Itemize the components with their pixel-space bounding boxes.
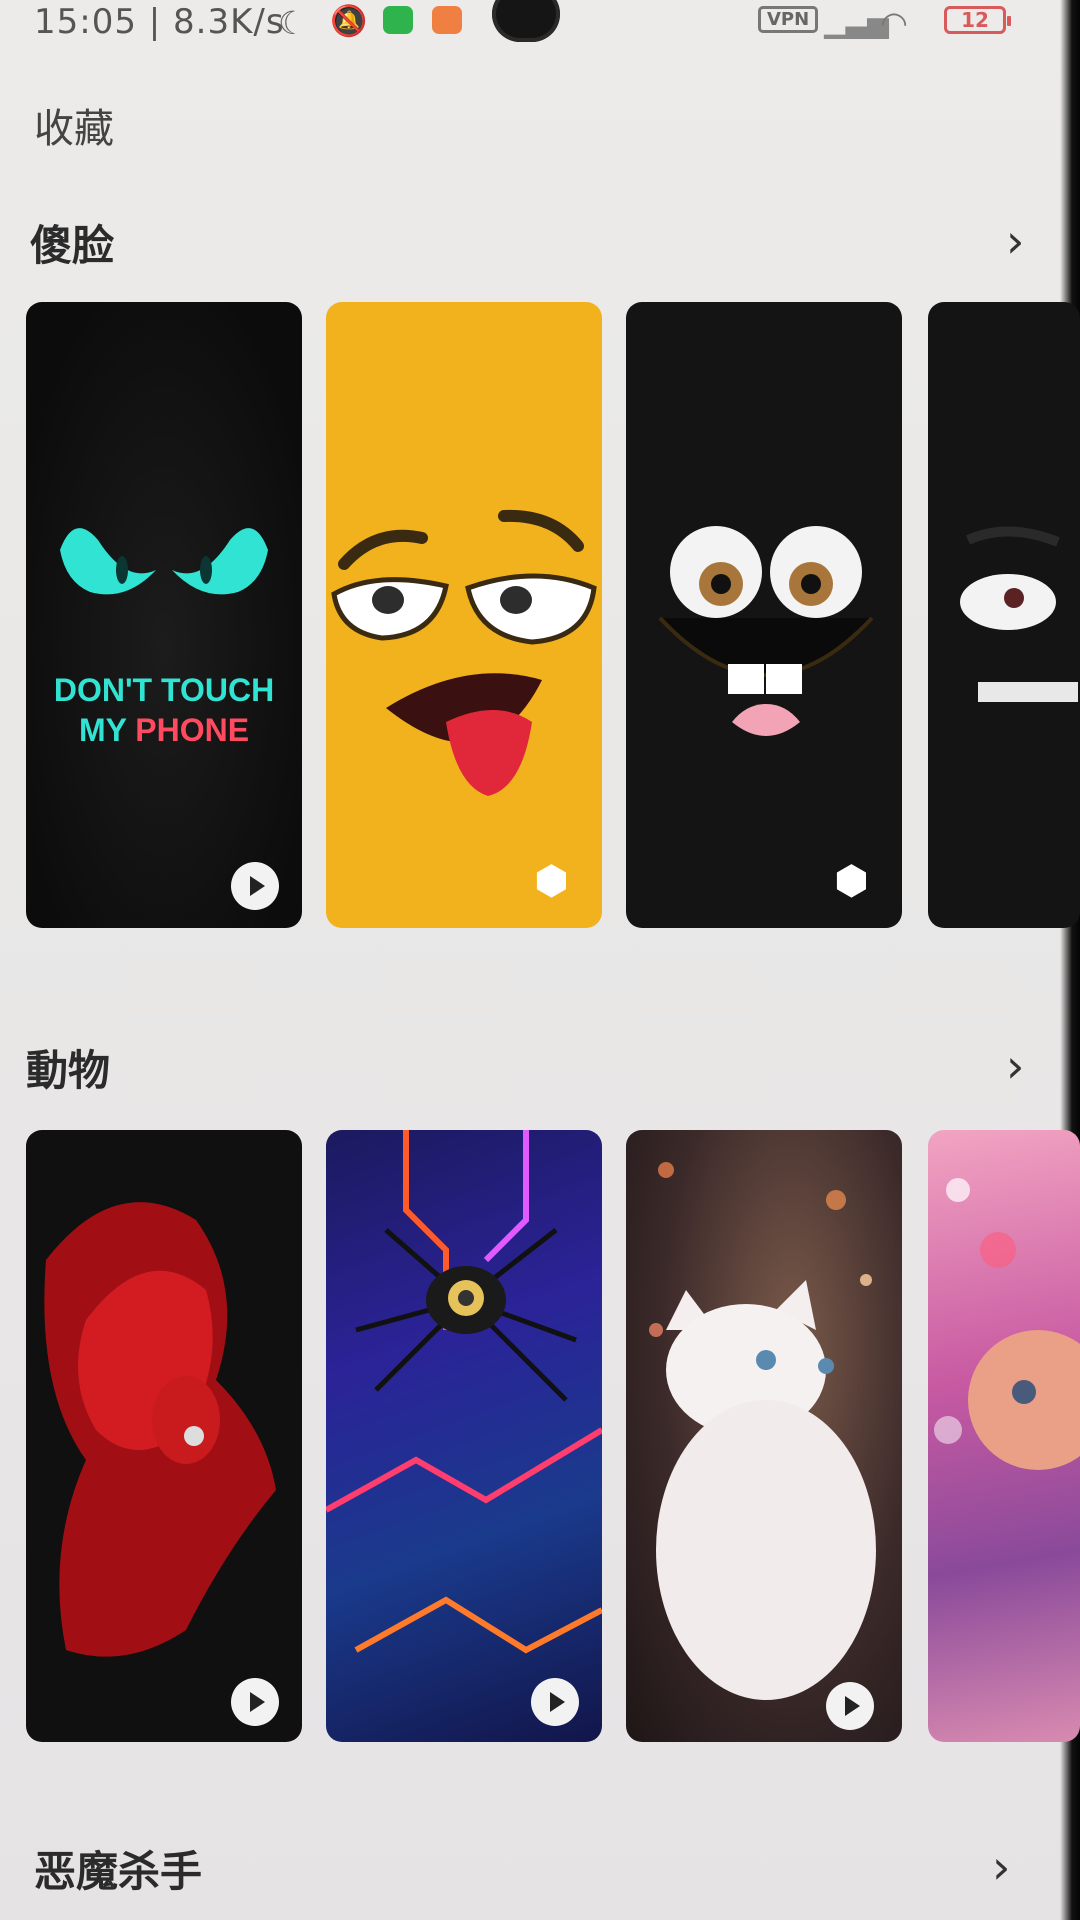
section-header-silly-faces[interactable]: 傻脸 › bbox=[0, 212, 1060, 272]
white-kitten-image bbox=[649, 1162, 876, 1700]
wifi-icon: ◠ bbox=[880, 4, 908, 42]
play-icon bbox=[531, 1678, 579, 1726]
neon-eyes-image bbox=[60, 528, 268, 595]
neon-text-phone: PHONE bbox=[135, 712, 250, 748]
3d-cube-icon: ⬢ bbox=[834, 858, 869, 904]
battery-icon: 12 bbox=[944, 6, 1011, 34]
play-icon bbox=[231, 1678, 279, 1726]
page-title: 收藏 bbox=[34, 106, 114, 152]
wallpaper-card-betta-fish[interactable] bbox=[26, 1130, 302, 1742]
wallpaper-card-black-smile[interactable]: ⬢ bbox=[626, 302, 902, 928]
wechat-icon bbox=[383, 6, 413, 34]
battery-level: 12 bbox=[961, 8, 989, 32]
play-icon bbox=[231, 862, 279, 910]
wallpaper-card-yellow-face[interactable]: ⬢ bbox=[326, 302, 602, 928]
chevron-right-icon[interactable]: › bbox=[992, 1840, 1010, 1894]
status-bar: 15:05 | 8.3K/s ☾ 🔕 VPN ▁▃▅ ◠ 12 bbox=[0, 0, 1080, 44]
wallpaper-card-white-kitten[interactable] bbox=[626, 1130, 902, 1742]
angry-face-image bbox=[960, 526, 1078, 702]
section-header-demon-slayer[interactable]: 恶魔杀手 › bbox=[0, 1838, 1060, 1898]
chevron-right-icon[interactable]: › bbox=[1006, 1039, 1024, 1093]
app-notification-icon bbox=[432, 6, 462, 34]
3d-cube-icon: ⬢ bbox=[534, 858, 569, 904]
camera-cutout bbox=[492, 0, 560, 42]
neon-text-line1: DON'T TOUCH bbox=[53, 672, 275, 708]
section-title: 傻脸 bbox=[30, 221, 115, 270]
status-time-speed: 15:05 | 8.3K/s bbox=[34, 2, 285, 42]
bell-mute-icon: 🔕 bbox=[330, 4, 368, 39]
black-smile-face-image bbox=[658, 526, 874, 736]
section-title: 恶魔杀手 bbox=[34, 1847, 203, 1896]
neon-text-my: MY bbox=[78, 712, 136, 748]
wallpaper-card-pink-kitten[interactable] bbox=[928, 1130, 1080, 1742]
section-header-animals[interactable]: 動物 › bbox=[0, 1037, 1060, 1097]
wallpaper-card-angry-face[interactable] bbox=[928, 302, 1080, 928]
vpn-icon: VPN bbox=[758, 6, 819, 33]
signal-icon: ▁▃▅ bbox=[824, 6, 889, 39]
neon-text-line2: MY PHONE bbox=[26, 712, 302, 749]
play-icon bbox=[826, 1682, 874, 1730]
red-fish-image bbox=[44, 1202, 276, 1657]
wallpaper-card-dont-touch[interactable]: DON'T TOUCH MY PHONE bbox=[26, 302, 302, 928]
moon-icon: ☾ bbox=[278, 4, 307, 42]
circuit-spider-image bbox=[326, 1130, 602, 1654]
wallpaper-card-circuit-spider[interactable] bbox=[326, 1130, 602, 1742]
section-title: 動物 bbox=[26, 1046, 111, 1095]
yellow-face-image bbox=[331, 509, 597, 796]
pink-kitten-image bbox=[934, 1178, 1080, 1470]
chevron-right-icon[interactable]: › bbox=[1006, 214, 1024, 268]
